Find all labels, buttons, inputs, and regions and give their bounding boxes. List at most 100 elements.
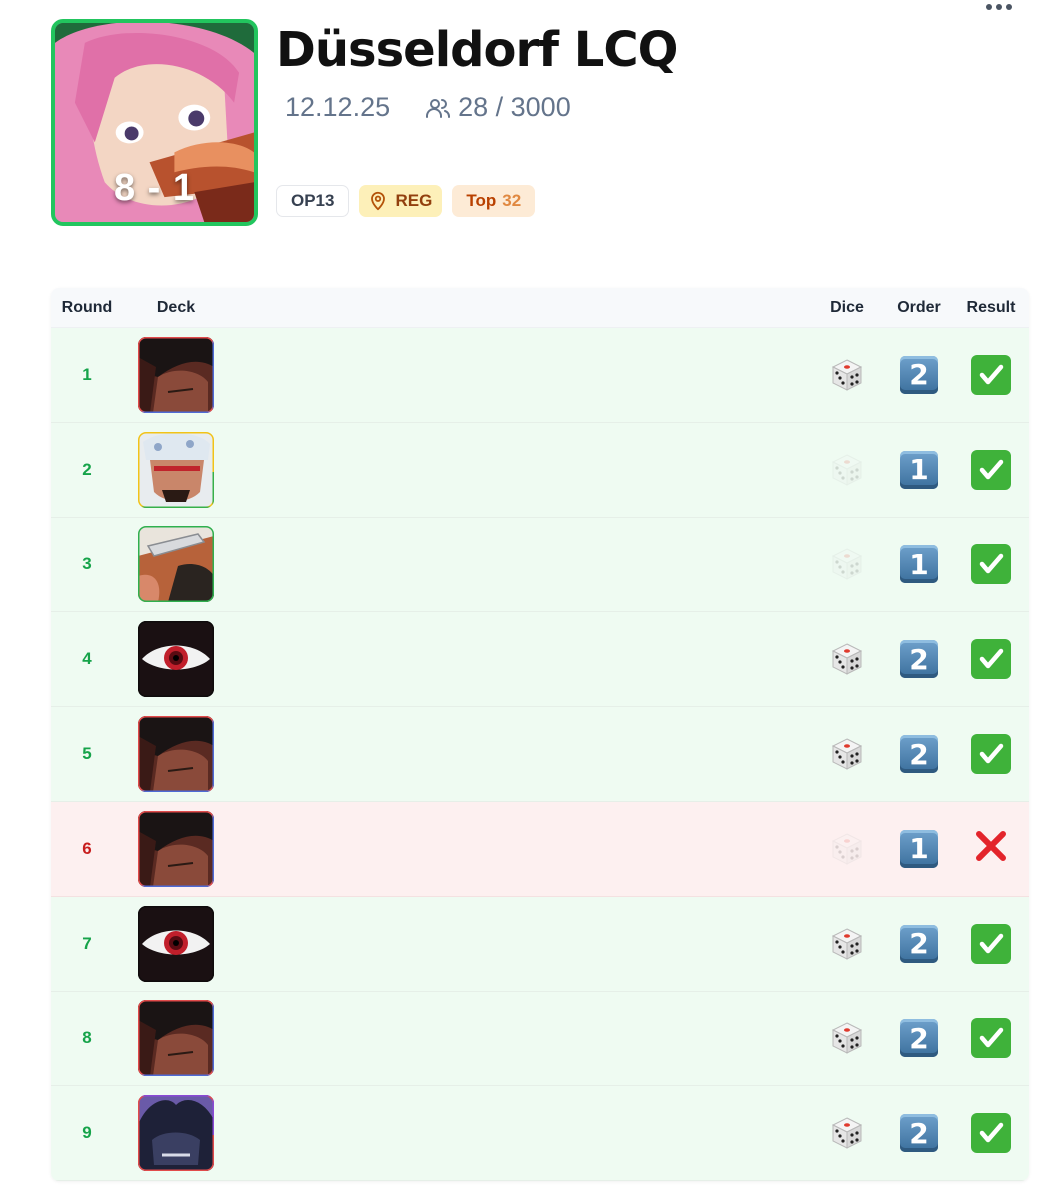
round-number: 7 <box>82 933 92 953</box>
result-cell <box>955 826 1027 871</box>
more-dot <box>1006 4 1012 10</box>
check-mark-icon <box>971 923 1011 964</box>
dice-icon <box>811 356 883 394</box>
dice-icon <box>811 1019 883 1057</box>
deck-leader-image[interactable] <box>138 526 214 603</box>
dice-icon <box>811 735 883 773</box>
check-mark-icon <box>971 449 1011 490</box>
round-number: 5 <box>82 744 92 764</box>
check-mark-icon <box>971 1018 1011 1059</box>
dice-icon <box>811 545 883 583</box>
order-keycap: 1 <box>900 545 938 584</box>
order-keycap: 2 <box>900 735 938 774</box>
header-round: Round <box>61 298 113 316</box>
result-cell <box>955 923 1027 964</box>
table-row[interactable]: 1 2 <box>51 328 1029 423</box>
result-cell <box>955 1018 1027 1059</box>
rounds-table: Round Deck Dice Order Result 1 2 2 1 3 1… <box>51 288 1029 1182</box>
check-mark-icon <box>971 1113 1011 1154</box>
table-row[interactable]: 8 2 <box>51 991 1029 1087</box>
check-mark-icon <box>971 734 1011 775</box>
set-badge: OP13 <box>276 185 350 217</box>
event-title: Düsseldorf LCQ <box>276 22 678 78</box>
dice-icon <box>811 640 883 678</box>
result-cell <box>955 1113 1027 1154</box>
deck-leader-image[interactable] <box>138 621 214 698</box>
deck-leader-image[interactable] <box>138 336 214 413</box>
cross-mark-icon <box>971 826 1011 871</box>
round-number: 6 <box>82 838 92 858</box>
order-cell: 1 <box>883 450 955 489</box>
set-badge-label: OP13 <box>291 191 335 210</box>
round-number: 1 <box>82 364 92 384</box>
deck-cell <box>123 431 229 508</box>
round-number: 3 <box>82 554 92 574</box>
check-mark-icon <box>971 544 1011 585</box>
deck-cell <box>123 621 229 698</box>
deck-leader-image[interactable] <box>138 810 214 887</box>
table-body: 1 2 2 1 3 1 4 2 5 2 6 1 7 2 8 2 9 2 <box>51 328 1029 1182</box>
table-row[interactable]: 4 2 <box>51 612 1029 708</box>
users-icon <box>426 98 451 118</box>
event-type-label: REG <box>395 191 433 210</box>
result-cell <box>955 544 1027 585</box>
round-number: 4 <box>82 649 92 669</box>
order-keycap: 1 <box>900 829 938 868</box>
order-cell: 2 <box>883 1114 955 1153</box>
header-order: Order <box>897 298 941 316</box>
result-cell <box>955 449 1027 490</box>
table-row[interactable]: 7 2 <box>51 896 1029 992</box>
deck-cell <box>123 716 229 793</box>
more-options-button[interactable] <box>982 0 1016 14</box>
order-keycap: 2 <box>900 355 938 394</box>
check-mark-icon <box>971 639 1011 680</box>
more-dot <box>986 4 992 10</box>
deck-leader-image[interactable] <box>138 716 214 793</box>
placement-badge: Top 32 <box>452 185 536 217</box>
order-cell: 2 <box>883 1019 955 1058</box>
header-deck: Deck <box>156 298 196 316</box>
table-header: Round Deck Dice Order Result <box>51 288 1029 328</box>
deck-leader-image[interactable] <box>138 1095 214 1172</box>
deck-leader-image[interactable] <box>138 431 214 508</box>
table-row[interactable]: 5 2 <box>51 707 1029 802</box>
deck-cell <box>123 1000 229 1077</box>
result-cell <box>955 639 1027 680</box>
table-row[interactable]: 9 2 <box>51 1086 1029 1182</box>
map-pin-icon <box>371 191 386 211</box>
order-cell: 1 <box>883 829 955 868</box>
table-row[interactable]: 2 1 <box>51 422 1029 518</box>
event-date: 12.12.25 <box>285 92 391 122</box>
deck-cell <box>123 1095 229 1172</box>
deck-leader-image[interactable] <box>138 1000 214 1077</box>
deck-cell <box>123 905 229 982</box>
dice-icon <box>811 830 883 868</box>
order-cell: 2 <box>883 355 955 394</box>
result-cell <box>955 354 1027 395</box>
table-row[interactable]: 3 1 <box>51 517 1029 613</box>
deck-cell <box>123 336 229 413</box>
deck-leader-image[interactable] <box>138 905 214 982</box>
leader-portrait: 8 - 1 <box>51 19 258 226</box>
event-badges: OP13 REG Top 32 <box>276 185 536 217</box>
order-keycap: 2 <box>900 1019 938 1058</box>
header-result: Result <box>966 298 1016 316</box>
header-dice: Dice <box>830 298 864 316</box>
round-number: 9 <box>82 1123 92 1143</box>
dice-icon <box>811 1114 883 1152</box>
order-keycap: 2 <box>900 1114 938 1153</box>
event-type-badge: REG <box>359 185 443 217</box>
check-mark-icon <box>971 354 1011 395</box>
more-dot <box>996 4 1002 10</box>
placement-value: 32 <box>502 191 522 210</box>
order-keycap: 2 <box>900 924 938 963</box>
dice-icon <box>811 925 883 963</box>
dice-icon <box>811 451 883 489</box>
result-cell <box>955 734 1027 775</box>
table-row[interactable]: 6 1 <box>51 801 1029 897</box>
order-keycap: 2 <box>900 640 938 679</box>
deck-cell <box>123 810 229 887</box>
round-number: 2 <box>82 459 92 479</box>
order-cell: 2 <box>883 640 955 679</box>
order-cell: 2 <box>883 735 955 774</box>
